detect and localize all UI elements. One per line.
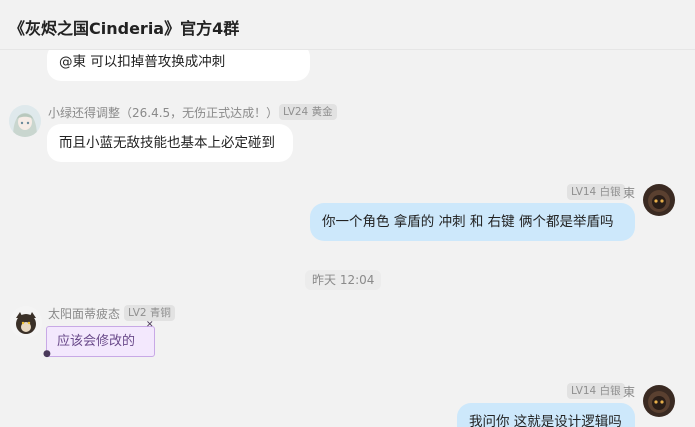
level-badge: LV14 白银 [567,184,625,200]
dog-character-avatar-icon [10,306,42,338]
message-bubble[interactable]: 你一个角色 拿盾的 冲刺 和 右键 俩个都是举盾吗 [310,203,635,241]
level-badge: LV14 白银 [567,383,625,399]
bubble-decoration-icon: ✕ [146,320,154,330]
avatar[interactable] [643,385,675,417]
sender-name[interactable]: 太阳面蒂疲态 [48,305,120,322]
chat-title[interactable]: 《灰烬之国Cinderia》官方4群 [9,15,239,39]
dark-character-avatar-icon [643,385,675,417]
chat-header: 《灰烬之国Cinderia》官方4群 [0,0,695,50]
sender-name[interactable]: 東 [623,184,635,201]
message-bubble[interactable]: 而且小蓝无敌技能也基本上必定碰到 [47,124,293,162]
avatar[interactable] [643,184,675,216]
anime-girl-avatar-icon [9,105,41,137]
avatar[interactable] [10,306,42,338]
message-bubble[interactable]: 我问你 这就是设计逻辑吗 [457,403,635,427]
avatar[interactable] [9,105,41,137]
message-list[interactable]: @東 可以扣掉普攻换成冲刺 小绿还得调整（26.4.5，无伤正式达成！） LV2… [0,0,695,427]
sender-name[interactable]: 東 [623,383,635,400]
level-badge: LV24 黄金 [279,104,337,120]
dark-character-avatar-icon [643,184,675,216]
message-bubble[interactable]: 应该会修改的 [46,326,155,357]
timestamp: 昨天 12:04 [305,270,382,290]
level-badge: LV2 青铜 [124,305,175,321]
sender-name[interactable]: 小绿还得调整（26.4.5，无伤正式达成！） [48,104,278,121]
bubble-decoration-icon: ● [43,349,51,359]
